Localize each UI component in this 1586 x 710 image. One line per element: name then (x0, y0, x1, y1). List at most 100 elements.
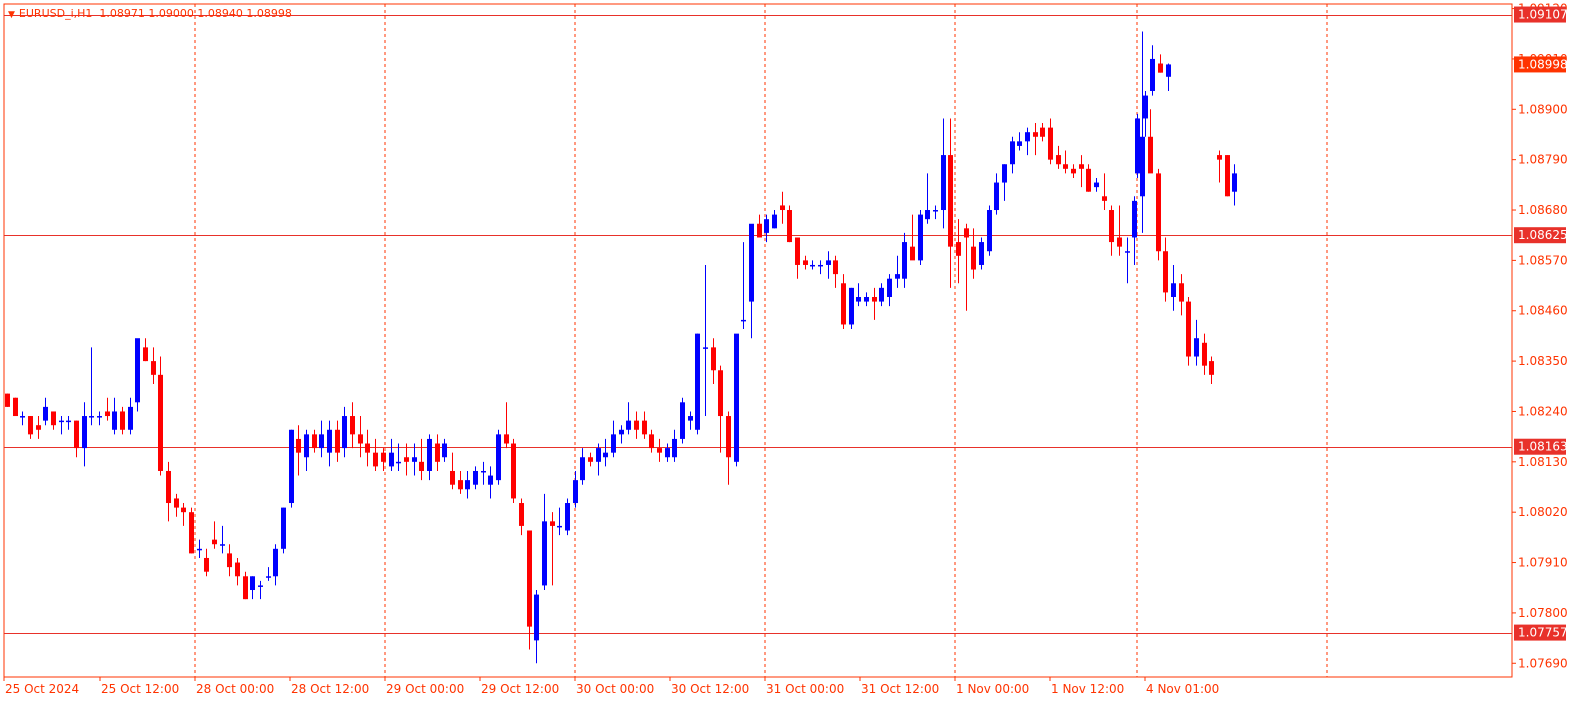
candle-body (1186, 301, 1191, 357)
candle-body (20, 416, 25, 418)
time-tick-label: 28 Oct 00:00 (196, 682, 274, 696)
candle-body (757, 223, 762, 238)
time-tick-label: 4 Nov 01:00 (1146, 682, 1219, 696)
candle-body (626, 420, 631, 430)
time-tick-label: 1 Nov 00:00 (956, 682, 1029, 696)
candle-body (588, 457, 593, 462)
candle-body (642, 420, 647, 435)
candle (189, 507, 194, 554)
candle-body (1086, 168, 1091, 192)
candle (1225, 155, 1230, 197)
candle-body (550, 521, 555, 526)
candle-body (1140, 136, 1145, 197)
candle-body (1217, 155, 1222, 160)
candle (787, 205, 792, 243)
price-chart[interactable]: 1.091201.090101.089001.087901.086801.085… (0, 0, 1586, 710)
candle-body (672, 438, 677, 458)
candle-body (948, 155, 953, 247)
candle-body (726, 416, 731, 458)
candle-body (764, 219, 769, 233)
candle-body (619, 429, 624, 435)
candle-body (135, 338, 140, 403)
candle-body (481, 470, 486, 473)
candle-body (365, 443, 370, 453)
candle-body (787, 210, 792, 243)
symbol-header: ▼ EURUSD_i,H1 1.08971 1.09000 1.08940 1.0… (8, 7, 292, 20)
candle (511, 438, 516, 504)
candle-body (695, 333, 700, 430)
candle (496, 429, 501, 485)
candle-body (887, 278, 892, 298)
price-tick-label: 1.07910 (1518, 556, 1568, 570)
candle-body (856, 297, 861, 302)
candle-body (1163, 251, 1168, 293)
candle-body (1171, 283, 1176, 298)
level-price-label: 1.08625 (1518, 228, 1568, 242)
candle (13, 397, 18, 417)
candle-body (910, 246, 915, 261)
candle-body (611, 434, 616, 453)
price-tick-label: 1.08130 (1518, 455, 1568, 469)
candle-body (450, 470, 455, 485)
candle-body (665, 448, 670, 458)
candle-body (28, 416, 33, 435)
candle-body (680, 402, 685, 439)
candle (979, 237, 984, 270)
candle-body (212, 539, 217, 545)
candle-body (488, 475, 493, 485)
candle-body (128, 406, 133, 430)
price-tick-label: 1.08570 (1518, 253, 1568, 267)
candle-body (496, 434, 501, 481)
candle-body (1209, 361, 1214, 375)
chart-window[interactable]: 1.091201.090101.089001.087901.086801.085… (0, 0, 1586, 710)
plot-area[interactable] (3, 3, 1513, 678)
candle-body (335, 429, 340, 453)
candle-body (1048, 127, 1053, 160)
candle-body (166, 470, 171, 504)
candle-body (412, 457, 417, 462)
time-tick-label: 29 Oct 00:00 (386, 682, 464, 696)
candle-body (810, 264, 815, 267)
candle-body (174, 498, 179, 508)
candle-body (511, 443, 516, 499)
candle-body (5, 393, 10, 407)
candle-body (1202, 342, 1207, 366)
candle-body (143, 347, 148, 362)
candle-body (649, 434, 654, 449)
collapse-triangle-icon[interactable]: ▼ (8, 10, 15, 20)
candle-body (711, 347, 716, 371)
candle-body (841, 283, 846, 325)
candle-body (657, 448, 662, 453)
time-tick-label: 28 Oct 12:00 (291, 682, 369, 696)
candle-body (864, 297, 869, 302)
candle-body (1071, 168, 1076, 174)
candle-body (718, 370, 723, 417)
candle-body (971, 246, 976, 270)
candle-body (504, 434, 509, 444)
level-price-label: 1.09107 (1518, 8, 1568, 22)
candle-body (534, 594, 539, 641)
candle-body (580, 457, 585, 481)
time-tick-label: 31 Oct 12:00 (861, 682, 939, 696)
candle (680, 397, 685, 444)
candle-body (112, 411, 117, 430)
candle-body (1025, 132, 1030, 142)
price-tick-label: 1.08020 (1518, 505, 1568, 519)
price-tick-label: 1.08460 (1518, 304, 1568, 318)
time-tick-label: 29 Oct 12:00 (481, 682, 559, 696)
candle (1186, 297, 1191, 366)
candle-body (312, 434, 317, 449)
candle-body (1143, 95, 1148, 119)
candle (1135, 113, 1140, 178)
candle-body (197, 548, 202, 551)
candle-body (941, 155, 946, 211)
candle-body (258, 585, 263, 587)
candle-body (1232, 173, 1237, 192)
candle-body (734, 333, 739, 462)
candle-body (66, 420, 71, 423)
candle-body (956, 242, 961, 256)
candle-body (358, 434, 363, 444)
candle-body (227, 553, 232, 568)
candle-body (465, 480, 470, 490)
candle-body (902, 242, 907, 279)
